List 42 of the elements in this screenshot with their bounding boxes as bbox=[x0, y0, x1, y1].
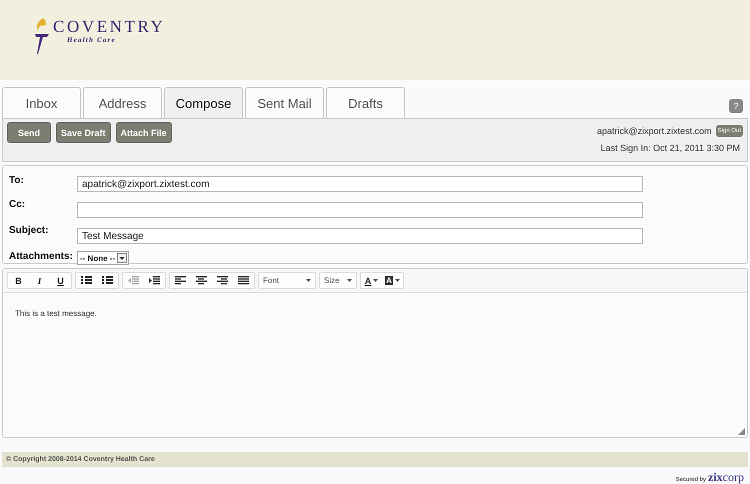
brand-logo: zixcorp bbox=[708, 471, 744, 483]
caret-icon bbox=[373, 279, 378, 282]
field-label: Cc: bbox=[9, 199, 26, 210]
toolbar-dropdown[interactable]: Font bbox=[259, 273, 315, 288]
bold-button[interactable]: B bbox=[8, 273, 29, 288]
align-left-icon bbox=[175, 276, 186, 285]
attachments-dropdown[interactable]: -- None -- bbox=[77, 251, 130, 265]
italic-button[interactable]: I bbox=[29, 273, 50, 288]
underline-button[interactable]: U bbox=[50, 273, 71, 288]
tab[interactable]: Inbox bbox=[2, 87, 81, 118]
caret-icon bbox=[394, 279, 400, 282]
tab[interactable]: Drafts bbox=[326, 87, 405, 118]
last-sign-in: Last Sign In: Oct 21, 2011 3:30 PM bbox=[600, 143, 740, 153]
action-button[interactable]: Attach File bbox=[116, 122, 172, 143]
action-button[interactable]: Save Draft bbox=[56, 122, 111, 143]
message-text[interactable]: This is a test message. bbox=[15, 309, 735, 318]
tab[interactable]: Compose bbox=[164, 87, 243, 118]
tab[interactable]: Sent Mail bbox=[245, 87, 324, 118]
field-label: Attachments: bbox=[9, 251, 74, 262]
user-email: apatrick@zixport.zixtest.com bbox=[596, 126, 712, 136]
outdent-icon bbox=[128, 276, 139, 285]
back-color-button[interactable]: A bbox=[382, 273, 403, 288]
field-label: Subject: bbox=[9, 225, 50, 236]
help-button[interactable]: ? bbox=[729, 98, 743, 112]
input-field[interactable]: Test Message bbox=[77, 228, 643, 244]
text-color-button[interactable]: A bbox=[361, 273, 382, 288]
caret-icon bbox=[306, 279, 311, 282]
indent-icon bbox=[149, 276, 160, 285]
field-label: To: bbox=[9, 175, 25, 186]
resize-grip-icon[interactable] bbox=[738, 428, 745, 435]
input-field[interactable] bbox=[77, 202, 643, 218]
bullet-list-icon bbox=[102, 276, 113, 285]
align-right-icon bbox=[217, 276, 228, 285]
toolbar-dropdown[interactable]: Size bbox=[320, 273, 356, 288]
tab[interactable]: Address bbox=[83, 87, 162, 118]
caret-icon bbox=[347, 279, 352, 282]
action-button[interactable]: Send bbox=[7, 122, 51, 143]
input-field[interactable]: apatrick@zixport.zixtest.com bbox=[77, 176, 643, 192]
brand-name: COVENTRY bbox=[53, 18, 166, 36]
justify-icon bbox=[238, 276, 249, 285]
torch-logo-icon bbox=[33, 16, 51, 56]
align-center-icon bbox=[196, 276, 207, 285]
